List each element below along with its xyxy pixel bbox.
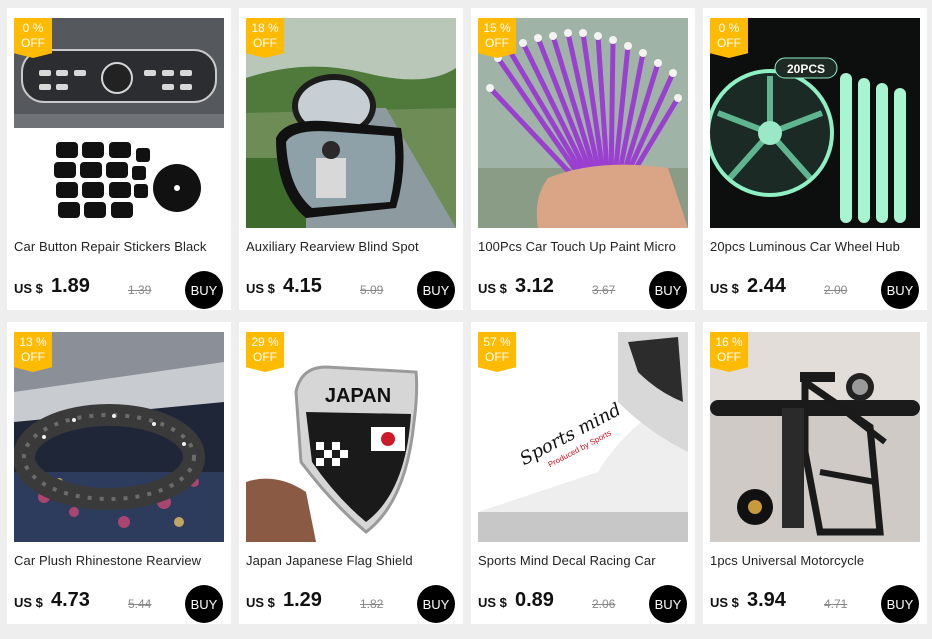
- buy-button[interactable]: BUY: [185, 271, 223, 309]
- product-card[interactable]: 18 % OFF Auxiliary Rearview Blind Spot U…: [239, 8, 463, 310]
- product-title[interactable]: Japan Japanese Flag Shield: [246, 553, 458, 568]
- buy-button[interactable]: BUY: [881, 585, 919, 623]
- currency-label: US $: [246, 281, 275, 296]
- product-card[interactable]: 20PCS 0 % OFF 20pcs Luminous Car Wheel H…: [703, 8, 927, 310]
- discount-percent: 29 %: [251, 335, 279, 349]
- currency-label: US $: [478, 595, 507, 610]
- product-card[interactable]: 0 % OFF Car Button Repair Stickers Black…: [7, 8, 231, 310]
- current-price: 3.94: [747, 589, 786, 611]
- product-title[interactable]: 100Pcs Car Touch Up Paint Micro: [478, 239, 690, 254]
- discount-off-label: OFF: [717, 36, 741, 50]
- discount-badge: 16 % OFF: [710, 332, 748, 372]
- original-price: 3.67: [592, 283, 616, 297]
- discount-percent: 0 %: [22, 21, 44, 35]
- discount-off-label: OFF: [253, 350, 277, 364]
- current-price: 1.29: [283, 589, 322, 611]
- product-title[interactable]: 1pcs Universal Motorcycle: [710, 553, 922, 568]
- micro-brushes-image[interactable]: 15 % OFF: [478, 18, 688, 228]
- currency-label: US $: [246, 595, 275, 610]
- discount-off-label: OFF: [485, 36, 509, 50]
- buy-button[interactable]: BUY: [881, 271, 919, 309]
- product-title[interactable]: Car Plush Rhinestone Rearview: [14, 553, 226, 568]
- product-card[interactable]: 15 % OFF 100Pcs Car Touch Up Paint Micro…: [471, 8, 695, 310]
- discount-off-label: OFF: [485, 350, 509, 364]
- original-price: 2.06: [592, 597, 616, 611]
- currency-label: US $: [14, 281, 43, 296]
- discount-badge: 29 % OFF: [246, 332, 284, 372]
- rearview-cover-image[interactable]: 13 % OFF: [14, 332, 224, 542]
- currency-label: US $: [710, 281, 739, 296]
- price-row: US $ 3.94 4.71 BUY: [710, 585, 922, 623]
- badge-word-japan: JAPAN: [325, 385, 391, 407]
- discount-badge: 0 % OFF: [710, 18, 748, 58]
- product-title[interactable]: Auxiliary Rearview Blind Spot: [246, 239, 458, 254]
- discount-badge: 0 % OFF: [14, 18, 52, 58]
- product-card[interactable]: Sports mind Produced by Sports 57 % OFF …: [471, 322, 695, 624]
- luminous-wheel-image[interactable]: 20PCS 0 % OFF: [710, 18, 920, 228]
- original-price: 1.39: [128, 283, 152, 297]
- discount-off-label: OFF: [717, 350, 741, 364]
- discount-off-label: OFF: [253, 36, 277, 50]
- price-row: US $ 4.15 5.09 BUY: [246, 271, 458, 309]
- buy-button[interactable]: BUY: [649, 585, 687, 623]
- discount-badge: 15 % OFF: [478, 18, 516, 58]
- product-title[interactable]: Car Button Repair Stickers Black: [14, 239, 226, 254]
- product-card[interactable]: JAPAN 29 % OFF Japan Japanese Flag Shiel…: [239, 322, 463, 624]
- original-price: 4.71: [824, 597, 848, 611]
- price-row: US $ 1.89 1.39 BUY: [14, 271, 226, 309]
- current-price: 1.89: [51, 275, 90, 297]
- discount-percent: 13 %: [19, 335, 47, 349]
- currency-label: US $: [710, 595, 739, 610]
- wheel-pack-label: 20PCS: [787, 62, 825, 76]
- product-title[interactable]: 20pcs Luminous Car Wheel Hub: [710, 239, 922, 254]
- original-price: 5.09: [360, 283, 384, 297]
- buy-button[interactable]: BUY: [417, 585, 455, 623]
- price-row: US $ 3.12 3.67 BUY: [478, 271, 690, 309]
- current-price: 4.73: [51, 589, 90, 611]
- buy-button[interactable]: BUY: [649, 271, 687, 309]
- price-row: US $ 0.89 2.06 BUY: [478, 585, 690, 623]
- price-row: US $ 4.73 5.44 BUY: [14, 585, 226, 623]
- discount-badge: 57 % OFF: [478, 332, 516, 372]
- buy-button[interactable]: BUY: [417, 271, 455, 309]
- car-radio-sticker-image[interactable]: 0 % OFF: [14, 18, 224, 228]
- side-mirror-image[interactable]: 18 % OFF: [246, 18, 456, 228]
- japan-badge-image[interactable]: JAPAN 29 % OFF: [246, 332, 456, 542]
- original-price: 5.44: [128, 597, 152, 611]
- discount-badge: 18 % OFF: [246, 18, 284, 58]
- discount-percent: 0 %: [718, 21, 740, 35]
- buy-button[interactable]: BUY: [185, 585, 223, 623]
- bottle-holder-image[interactable]: 16 % OFF: [710, 332, 920, 542]
- current-price: 2.44: [747, 275, 786, 297]
- price-row: US $ 1.29 1.82 BUY: [246, 585, 458, 623]
- original-price: 1.82: [360, 597, 384, 611]
- discount-badge: 13 % OFF: [14, 332, 52, 372]
- original-price: 2.00: [824, 283, 848, 297]
- product-grid: 0 % OFF Car Button Repair Stickers Black…: [0, 0, 932, 639]
- product-card[interactable]: 16 % OFF 1pcs Universal Motorcycle US $ …: [703, 322, 927, 624]
- currency-label: US $: [14, 595, 43, 610]
- sports-decal-image[interactable]: Sports mind Produced by Sports 57 % OFF: [478, 332, 688, 542]
- discount-percent: 15 %: [483, 21, 511, 35]
- discount-off-label: OFF: [21, 36, 45, 50]
- currency-label: US $: [478, 281, 507, 296]
- discount-percent: 57 %: [483, 335, 511, 349]
- current-price: 4.15: [283, 275, 322, 297]
- current-price: 3.12: [515, 275, 554, 297]
- product-card[interactable]: 13 % OFF Car Plush Rhinestone Rearview U…: [7, 322, 231, 624]
- product-title[interactable]: Sports Mind Decal Racing Car: [478, 553, 690, 568]
- discount-percent: 16 %: [715, 335, 743, 349]
- current-price: 0.89: [515, 589, 554, 611]
- discount-percent: 18 %: [251, 21, 279, 35]
- discount-off-label: OFF: [21, 350, 45, 364]
- price-row: US $ 2.44 2.00 BUY: [710, 271, 922, 309]
